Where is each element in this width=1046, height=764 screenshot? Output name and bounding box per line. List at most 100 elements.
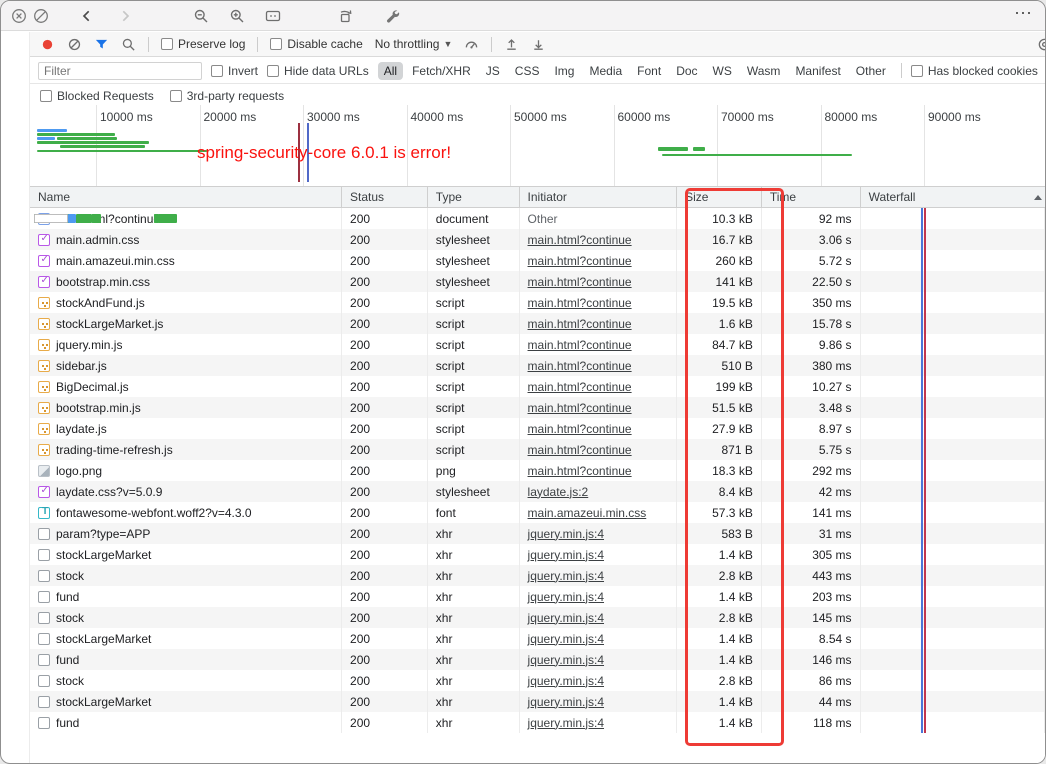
table-row[interactable]: stock 200 xhr jquery.min.js:4 2.8 kB 443… — [30, 214, 1045, 586]
hide-data-urls-checkbox[interactable]: Hide data URLs — [267, 64, 369, 78]
table-row[interactable]: laydate.css?v=5.0.9 200 stylesheet layda… — [30, 214, 1045, 502]
search-icon[interactable] — [121, 37, 136, 52]
throttling-dropdown[interactable]: No throttling ▼ — [375, 37, 453, 51]
initiator-link[interactable]: jquery.min.js:4 — [528, 590, 604, 604]
clear-icon[interactable] — [67, 37, 82, 52]
initiator-link[interactable]: main.html?continue — [528, 401, 632, 415]
import-har-icon[interactable] — [504, 37, 519, 52]
filter-type-img[interactable]: Img — [548, 62, 580, 80]
name-cell: bootstrap.min.css — [30, 271, 343, 292]
column-header-size[interactable]: Size — [677, 187, 762, 207]
filter-icon[interactable] — [94, 37, 109, 52]
initiator-link[interactable]: main.html?continue — [528, 254, 632, 268]
status-cell: 200 — [342, 292, 428, 313]
table-row[interactable]: stockAndFund.js 200 script main.html?con… — [30, 214, 1045, 313]
initiator-link[interactable]: main.html?continue — [528, 380, 632, 394]
table-row[interactable]: main.html?continue 200 document Other 10… — [30, 208, 1045, 229]
filter-type-font[interactable]: Font — [631, 62, 667, 80]
table-row[interactable]: logo.png 200 png main.html?continue 18.3… — [30, 214, 1045, 481]
initiator-link[interactable]: main.html?continue — [528, 233, 632, 247]
table-row[interactable]: trading-time-refresh.js 200 script main.… — [30, 214, 1045, 460]
initiator-link[interactable]: laydate.js:2 — [528, 485, 589, 499]
disable-cache-checkbox[interactable]: Disable cache — [270, 37, 363, 51]
table-row[interactable]: BigDecimal.js 200 script main.html?conti… — [30, 214, 1045, 397]
column-header-name[interactable]: Name — [30, 187, 343, 207]
zoom-in-icon[interactable] — [229, 8, 245, 24]
initiator-link[interactable]: jquery.min.js:4 — [528, 695, 604, 709]
initiator-link[interactable]: main.html?continue — [528, 359, 632, 373]
network-conditions-icon[interactable] — [464, 37, 479, 52]
wrench-icon[interactable] — [384, 8, 400, 24]
table-row[interactable]: stock 200 xhr jquery.min.js:4 2.8 kB 86 … — [30, 214, 1045, 691]
table-row[interactable]: stockLargeMarket.js 200 script main.html… — [30, 214, 1045, 334]
filter-type-js[interactable]: JS — [480, 62, 506, 80]
initiator-link[interactable]: jquery.min.js:4 — [528, 632, 604, 646]
filter-type-other[interactable]: Other — [850, 62, 892, 80]
record-icon[interactable] — [40, 37, 55, 52]
table-row[interactable]: fund 200 xhr jquery.min.js:4 1.4 kB 118 … — [30, 214, 1045, 733]
column-header-time[interactable]: Time — [762, 187, 861, 207]
filter-type-wasm[interactable]: Wasm — [741, 62, 787, 80]
table-row[interactable]: stockLargeMarket 200 xhr jquery.min.js:4… — [30, 214, 1045, 712]
table-row[interactable]: fund 200 xhr jquery.min.js:4 1.4 kB 203 … — [30, 214, 1045, 607]
table-row[interactable]: fontawesome-webfont.woff2?v=4.3.0 200 fo… — [30, 214, 1045, 523]
request-name: stockAndFund.js — [56, 295, 145, 310]
table-row[interactable]: stock 200 xhr jquery.min.js:4 2.8 kB 145… — [30, 214, 1045, 628]
table-row[interactable]: bootstrap.min.css 200 stylesheet main.ht… — [30, 214, 1045, 292]
table-row[interactable]: bootstrap.min.js 200 script main.html?co… — [30, 214, 1045, 418]
table-row[interactable]: sidebar.js 200 script main.html?continue… — [30, 214, 1045, 376]
initiator-link[interactable]: main.html?continue — [528, 296, 632, 310]
column-header-initiator[interactable]: Initiator — [520, 187, 678, 207]
column-header-waterfall[interactable]: Waterfall — [861, 187, 1045, 207]
table-row[interactable]: laydate.js 200 script main.html?continue… — [30, 214, 1045, 439]
initiator-link[interactable]: main.html?continue — [528, 317, 632, 331]
waterfall-cell — [93, 214, 1045, 586]
column-header-status[interactable]: Status — [342, 187, 428, 207]
table-row[interactable]: fund 200 xhr jquery.min.js:4 1.4 kB 146 … — [30, 214, 1045, 670]
filter-type-doc[interactable]: Doc — [670, 62, 703, 80]
table-row[interactable]: main.admin.css 200 stylesheet main.html?… — [30, 214, 1045, 250]
initiator-link[interactable]: main.html?continue — [528, 464, 632, 478]
back-icon[interactable] — [79, 8, 95, 24]
initiator-link[interactable]: jquery.min.js:4 — [528, 611, 604, 625]
export-har-icon[interactable] — [531, 37, 546, 52]
initiator-link[interactable]: main.amazeui.min.css — [528, 506, 647, 520]
block-icon[interactable] — [33, 8, 49, 24]
filter-type-media[interactable]: Media — [583, 62, 628, 80]
filter-type-fetch-xhr[interactable]: Fetch/XHR — [406, 62, 477, 80]
rotate-icon[interactable] — [337, 8, 353, 24]
table-row[interactable]: main.amazeui.min.css 200 stylesheet main… — [30, 214, 1045, 271]
gear-icon[interactable] — [1037, 37, 1045, 52]
more-menu-icon[interactable]: ⋯ — [1014, 3, 1033, 24]
table-row[interactable]: stockLargeMarket 200 xhr jquery.min.js:4… — [30, 214, 1045, 649]
close-icon[interactable] — [11, 8, 27, 24]
third-party-requests-checkbox[interactable]: 3rd-party requests — [169, 89, 284, 103]
initiator-link[interactable]: main.html?continue — [528, 338, 632, 352]
timeline-overview[interactable]: 10000 ms 20000 ms 30000 ms 40000 ms 50000 ms… — [30, 105, 1045, 186]
zoom-out-icon[interactable] — [193, 8, 209, 24]
initiator-link[interactable]: main.html?continue — [528, 443, 632, 457]
initiator-link[interactable]: jquery.min.js:4 — [528, 716, 604, 730]
filter-type-css[interactable]: CSS — [509, 62, 546, 80]
initiator-link[interactable]: jquery.min.js:4 — [528, 569, 604, 583]
initiator-link[interactable]: main.html?continue — [528, 275, 632, 289]
table-row[interactable]: param?type=APP 200 xhr jquery.min.js:4 5… — [30, 214, 1045, 544]
initiator-link[interactable]: main.html?continue — [528, 422, 632, 436]
column-header-type[interactable]: Type — [428, 187, 520, 207]
filter-type-manifest[interactable]: Manifest — [789, 62, 846, 80]
has-blocked-cookies-checkbox[interactable]: Has blocked cookies — [910, 64, 1038, 78]
forward-icon[interactable] — [117, 8, 133, 24]
blocked-requests-checkbox[interactable]: Blocked Requests — [40, 89, 154, 103]
invert-checkbox[interactable]: Invert — [211, 64, 258, 78]
initiator-link[interactable]: jquery.min.js:4 — [528, 548, 604, 562]
initiator-link[interactable]: jquery.min.js:4 — [528, 674, 604, 688]
initiator-link[interactable]: jquery.min.js:4 — [528, 653, 604, 667]
table-row[interactable]: jquery.min.js 200 script main.html?conti… — [30, 214, 1045, 355]
filter-input[interactable] — [38, 61, 202, 80]
table-row[interactable]: stockLargeMarket 200 xhr jquery.min.js:4… — [30, 214, 1045, 565]
initiator-link[interactable]: jquery.min.js:4 — [528, 527, 604, 541]
filter-type-all[interactable]: All — [377, 61, 404, 80]
preserve-log-checkbox[interactable]: Preserve log — [161, 37, 245, 51]
filter-type-ws[interactable]: WS — [707, 62, 738, 80]
aspect-ratio-icon[interactable] — [265, 8, 281, 24]
